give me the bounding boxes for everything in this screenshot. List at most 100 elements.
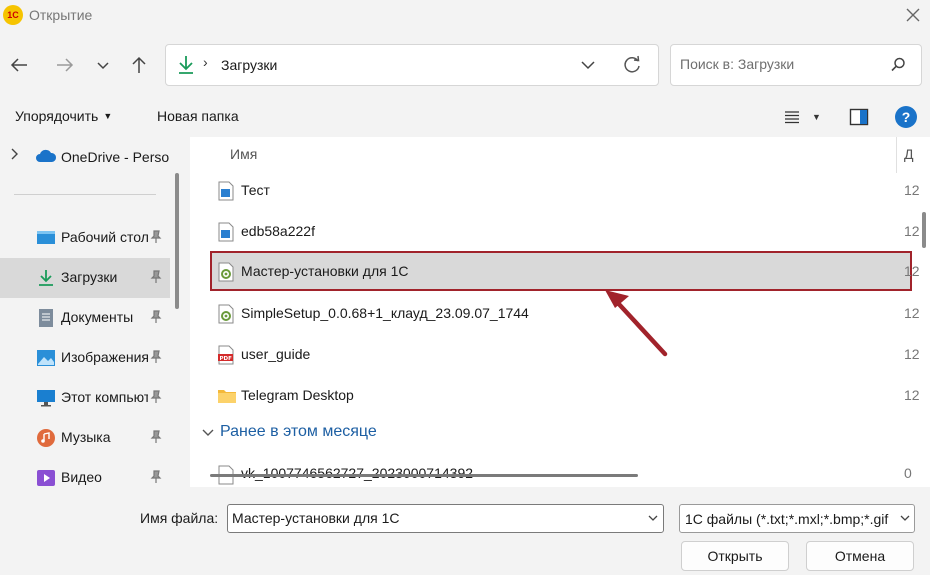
organize-button[interactable]: Упорядочить ▼: [15, 108, 112, 124]
view-options-caret-icon[interactable]: ▼: [812, 108, 821, 126]
file-name: Мастер-установки для 1С: [241, 263, 409, 279]
refresh-icon[interactable]: [621, 54, 643, 76]
file-name: vk_1007746562727_2023000714392: [241, 465, 474, 481]
chevron-right-icon[interactable]: [10, 147, 20, 164]
file-row[interactable]: PDF user_guide 12: [210, 334, 920, 374]
close-button[interactable]: [898, 2, 928, 28]
setup-icon: [218, 262, 234, 282]
arrow-up-icon: [132, 56, 146, 73]
new-folder-button[interactable]: Новая папка: [157, 108, 239, 124]
chevron-down-icon[interactable]: [646, 511, 660, 525]
chevron-down-icon[interactable]: [200, 425, 216, 441]
group-label: Ранее в этом месяце: [220, 423, 377, 440]
pin-icon[interactable]: [150, 470, 162, 484]
sidebar-item-this-pc[interactable]: Этот компьютер: [0, 378, 170, 418]
file-name: edb58a222f: [241, 223, 315, 239]
annotation-arrow-icon: [605, 290, 668, 357]
sidebar-item-label: Рабочий стол: [61, 229, 148, 245]
caret-down-icon: ▼: [103, 111, 113, 121]
file-row[interactable]: SimpleSetup_0.0.68+1_клауд_23.09.07_1744…: [210, 293, 920, 333]
desktop-icon: [37, 231, 55, 244]
cancel-button[interactable]: Отмена: [806, 541, 914, 571]
cloud-icon: [36, 149, 57, 162]
search-input[interactable]: [680, 56, 880, 72]
title-bar: 1C Открытие: [0, 0, 930, 32]
navigation-pane: OneDrive - Personal Рабочий стол Загрузк…: [0, 137, 182, 487]
arrow-left-icon: [10, 58, 27, 72]
file-row[interactable]: Telegram Desktop 12: [210, 375, 920, 415]
file-date: 12: [904, 305, 920, 321]
preview-pane-icon[interactable]: [849, 108, 869, 126]
file-date: 12: [904, 263, 920, 279]
pin-icon[interactable]: [150, 310, 162, 324]
file-name: Telegram Desktop: [241, 387, 354, 403]
recent-locations-button[interactable]: [88, 50, 118, 80]
sidebar-item-video[interactable]: Видео: [0, 458, 170, 487]
filename-input[interactable]: [232, 510, 632, 526]
help-icon[interactable]: ?: [895, 106, 917, 128]
music-icon: [37, 429, 55, 447]
window-title: Открытие: [29, 7, 93, 23]
svg-text:PDF: PDF: [220, 356, 233, 362]
downloads-icon: [39, 270, 53, 286]
sidebar-item-desktop[interactable]: Рабочий стол: [0, 218, 170, 258]
pin-icon[interactable]: [150, 270, 162, 284]
file-row[interactable]: Тест 12: [210, 170, 920, 210]
sidebar-item-label: Музыка: [61, 429, 111, 445]
sidebar-item-pictures[interactable]: Изображения: [0, 338, 170, 378]
vertical-scrollbar[interactable]: [922, 212, 926, 248]
text-file-icon: [218, 222, 234, 242]
horizontal-scrollbar[interactable]: [210, 474, 638, 477]
column-header-date[interactable]: Д: [904, 146, 913, 162]
video-icon: [37, 470, 55, 486]
pdf-icon: PDF: [218, 345, 234, 365]
file-row-selected[interactable]: Мастер-установки для 1С 12: [210, 251, 920, 291]
file-date: 12: [904, 223, 920, 239]
address-bar[interactable]: › Загрузки: [165, 44, 659, 86]
file-name: user_guide: [241, 346, 311, 362]
pin-icon[interactable]: [150, 390, 162, 404]
folder-icon: [218, 390, 236, 403]
pin-icon[interactable]: [150, 230, 162, 244]
download-arrow-icon: [179, 56, 193, 74]
filename-combobox[interactable]: [227, 504, 664, 533]
details-view-icon[interactable]: [783, 109, 801, 125]
up-button[interactable]: [124, 50, 154, 80]
sidebar-item-onedrive[interactable]: OneDrive - Personal: [0, 137, 170, 177]
file-row[interactable]: edb58a222f 12: [210, 211, 920, 251]
file-date: 12: [904, 182, 920, 198]
file-list: Имя Д Тест 12 edb58a222f 12 Мастер-устан…: [190, 137, 930, 487]
text-file-icon: [218, 181, 234, 201]
organize-label: Упорядочить: [15, 108, 99, 124]
breadcrumb-current-folder[interactable]: Загрузки: [221, 57, 277, 73]
sidebar-item-music[interactable]: Музыка: [0, 418, 170, 458]
pictures-icon: [37, 350, 55, 366]
close-icon: [906, 8, 920, 22]
pin-icon[interactable]: [150, 430, 162, 444]
column-divider[interactable]: [896, 137, 897, 173]
filetype-select[interactable]: 1С файлы (*.txt;*.mxl;*.bmp;*.gif: [679, 504, 915, 533]
filename-label: Имя файла:: [140, 510, 219, 526]
file-name: Тест: [241, 182, 270, 198]
sidebar-item-label: OneDrive - Personal: [61, 149, 169, 165]
sidebar-item-label: Изображения: [61, 349, 148, 365]
sidebar-item-label: Документы: [61, 309, 134, 325]
search-icon[interactable]: [889, 56, 907, 74]
sidebar-item-downloads[interactable]: Загрузки: [0, 258, 170, 298]
forward-button[interactable]: [50, 50, 80, 80]
sidebar-scrollbar[interactable]: [175, 173, 179, 309]
chevron-down-icon: [97, 62, 109, 70]
sidebar-item-documents[interactable]: Документы: [0, 298, 170, 338]
sidebar-item-label: Загрузки: [61, 269, 118, 285]
back-button[interactable]: [4, 50, 34, 80]
arrow-right-icon: [57, 58, 74, 72]
chevron-down-icon[interactable]: [576, 53, 600, 77]
chevron-down-icon[interactable]: [898, 511, 912, 525]
breadcrumb-separator-icon: ›: [203, 54, 208, 70]
search-box[interactable]: [670, 44, 922, 86]
column-header-name[interactable]: Имя: [230, 146, 257, 162]
file-row[interactable]: vk_1007746562727_2023000714392 0: [210, 455, 912, 487]
pin-icon[interactable]: [150, 350, 162, 364]
open-button[interactable]: Открыть: [681, 541, 789, 571]
setup-icon: [218, 304, 234, 324]
